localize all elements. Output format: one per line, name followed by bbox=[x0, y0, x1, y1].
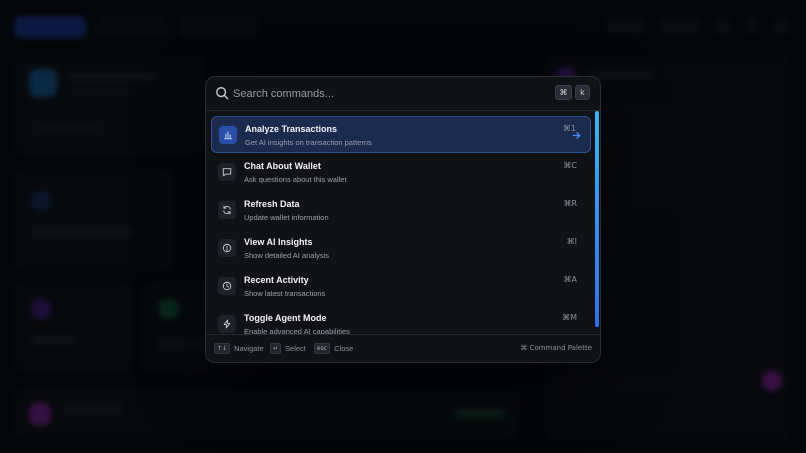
close-key: esc bbox=[314, 343, 331, 354]
command-title: Refresh Data bbox=[244, 199, 300, 209]
search-input[interactable] bbox=[233, 84, 533, 104]
command-shortcut: ⌘R bbox=[563, 199, 577, 208]
command-shortcut: ⌘C bbox=[563, 161, 577, 170]
command-shortcut: ⌘M bbox=[562, 313, 577, 322]
command-item-toggle-agent-mode[interactable]: Toggle Agent Mode Enable advanced AI cap… bbox=[211, 306, 591, 336]
palette-footer: ↑↓ Navigate ↵ Select esc Close ⌘ Command… bbox=[206, 334, 600, 362]
shortcut-k-key: k bbox=[575, 85, 590, 100]
close-label: Close bbox=[334, 344, 354, 353]
search-bar: ⌘ k bbox=[206, 77, 600, 111]
command-title: View AI Insights bbox=[244, 237, 313, 247]
command-item-recent-activity[interactable]: Recent Activity Show latest transactions… bbox=[211, 268, 591, 305]
refresh-icon bbox=[218, 201, 236, 219]
select-label: Select bbox=[285, 344, 306, 353]
command-palette: ⌘ k Analyze Transactions Get AI insights… bbox=[205, 76, 601, 363]
lightning-icon bbox=[218, 315, 236, 333]
arrow-right-icon bbox=[572, 132, 581, 139]
command-item-chat-about-wallet[interactable]: Chat About Wallet Ask questions about th… bbox=[211, 154, 591, 191]
navigate-label: Navigate bbox=[234, 344, 264, 353]
footer-navigate-hint: ↑↓ Navigate bbox=[214, 343, 264, 354]
bar-chart-icon bbox=[219, 126, 237, 144]
command-title: Toggle Agent Mode bbox=[244, 313, 327, 323]
search-shortcut: ⌘ k bbox=[555, 85, 590, 100]
command-shortcut: ⌘A bbox=[563, 275, 577, 284]
command-description: Ask questions about this wallet bbox=[244, 175, 347, 184]
navigate-key: ↑↓ bbox=[214, 343, 231, 354]
command-title: Chat About Wallet bbox=[244, 161, 321, 171]
command-description: Update wallet information bbox=[244, 213, 329, 222]
command-title: Analyze Transactions bbox=[245, 124, 338, 134]
message-icon bbox=[218, 163, 236, 181]
clock-icon bbox=[218, 277, 236, 295]
command-item-analyze-transactions[interactable]: Analyze Transactions Get AI insights on … bbox=[211, 116, 591, 153]
footer-close-hint: esc Close bbox=[314, 343, 353, 354]
command-description: Show detailed AI analysis bbox=[244, 251, 330, 260]
command-item-refresh-data[interactable]: Refresh Data Update wallet information ⌘… bbox=[211, 192, 591, 229]
footer-select-hint: ↵ Select bbox=[270, 343, 306, 354]
command-description: Show latest transactions bbox=[244, 289, 326, 298]
command-shortcut: ⌘I bbox=[566, 237, 577, 246]
select-key: ↵ bbox=[270, 343, 282, 354]
command-list: Analyze Transactions Get AI insights on … bbox=[206, 111, 600, 336]
command-item-view-ai-insights[interactable]: View AI Insights Show detailed AI analys… bbox=[211, 230, 591, 267]
command-title: Recent Activity bbox=[244, 275, 309, 285]
shortcut-mod-key: ⌘ bbox=[555, 85, 572, 100]
command-list-scrollbar[interactable] bbox=[595, 111, 599, 327]
command-palette-label: ⌘ Command Palette bbox=[520, 344, 592, 352]
insight-icon bbox=[218, 239, 236, 257]
command-description: Get AI insights on transaction patterns bbox=[245, 138, 372, 147]
search-icon bbox=[216, 87, 229, 100]
